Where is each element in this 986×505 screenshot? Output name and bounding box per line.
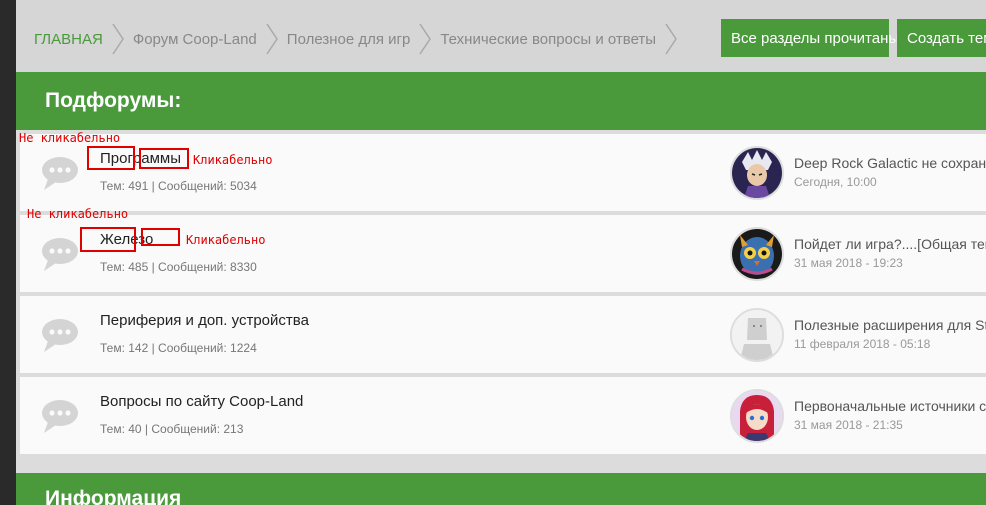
subforum-row: Вопросы по сайту Coop-Land Тем: 40 | Соо… [20,377,986,454]
create-topic-button[interactable]: Создать тему [897,19,986,57]
annotation-box [87,146,135,170]
chevron-right-icon [419,23,432,55]
annotation-box [141,228,180,246]
chevron-right-icon [665,23,677,55]
top-bar: ГЛАВНАЯ Форум Coop-Land Полезное для игр… [16,0,986,72]
last-post-title[interactable]: Пойдет ли игра?....[Общая тем... [794,236,986,252]
last-post-date: 11 февраля 2018 - 05:18 [794,337,931,351]
subforum-list: Программы Тем: 491 | Сообщений: 5034 Dee… [20,130,986,455]
annotation-box [139,148,189,169]
breadcrumb-home-label[interactable]: ГЛАВНАЯ [26,31,111,48]
avatar[interactable] [730,308,784,362]
subforum-stats: Тем: 485 | Сообщений: 8330 [100,260,257,274]
last-post-title[interactable]: Deep Rock Galactic не сохраня... [794,155,986,171]
annotation-clickable: Кликабельно [186,233,266,247]
avatar[interactable] [730,146,784,200]
subforum-stats: Тем: 40 | Сообщений: 213 [100,422,244,436]
chevron-right-icon [112,23,124,55]
breadcrumb-forum[interactable]: Форум Coop-Land [125,20,279,58]
subforum-title[interactable]: Периферия и доп. устройства [100,312,309,329]
breadcrumb-tech-label[interactable]: Технические вопросы и ответы [432,31,664,48]
subforum-stats: Тем: 491 | Сообщений: 5034 [100,179,257,193]
last-post-title[interactable]: Полезные расширения для St... [794,317,986,333]
subforum-row: Периферия и доп. устройства Тем: 142 | С… [20,296,986,373]
last-post-date: 31 мая 2018 - 21:35 [794,418,903,432]
breadcrumb-home[interactable]: ГЛАВНАЯ [26,20,125,58]
subforum-row: Программы Тем: 491 | Сообщений: 5034 Dee… [20,134,986,211]
breadcrumb-useful[interactable]: Полезное для игр [279,20,433,58]
speech-bubble-icon [42,400,78,433]
forum-page: ГЛАВНАЯ Форум Coop-Land Полезное для игр… [16,0,986,505]
breadcrumb: ГЛАВНАЯ Форум Coop-Land Полезное для игр… [26,20,678,58]
subforums-header: Подфорумы: [16,72,986,130]
annotation-not-clickable: Не кликабельно [27,207,129,221]
speech-bubble-icon [42,319,78,352]
avatar[interactable] [730,227,784,281]
annotation-not-clickable: Не кликабельно [19,131,121,145]
subforum-stats: Тем: 142 | Сообщений: 1224 [100,341,257,355]
last-post-date: Сегодня, 10:00 [794,175,877,189]
speech-bubble-icon [42,238,78,271]
annotation-box [80,227,136,252]
last-post-title[interactable]: Первоначальные источники с... [794,398,986,414]
breadcrumb-useful-label[interactable]: Полезное для игр [279,31,419,48]
chevron-right-icon [266,23,278,55]
speech-bubble-icon [42,157,78,190]
annotation-clickable: Кликабельно [193,153,273,167]
info-header: Информация [16,473,986,505]
breadcrumb-tech[interactable]: Технические вопросы и ответы [432,20,678,58]
subforum-title[interactable]: Вопросы по сайту Coop-Land [100,393,303,410]
subforum-row: Железо Тем: 485 | Сообщений: 8330 Пойдет… [20,215,986,292]
breadcrumb-forum-label[interactable]: Форум Coop-Land [125,31,265,48]
mark-all-read-button[interactable]: Все разделы прочитаны [721,19,899,57]
last-post-date: 31 мая 2018 - 19:23 [794,256,903,270]
avatar[interactable] [730,389,784,443]
